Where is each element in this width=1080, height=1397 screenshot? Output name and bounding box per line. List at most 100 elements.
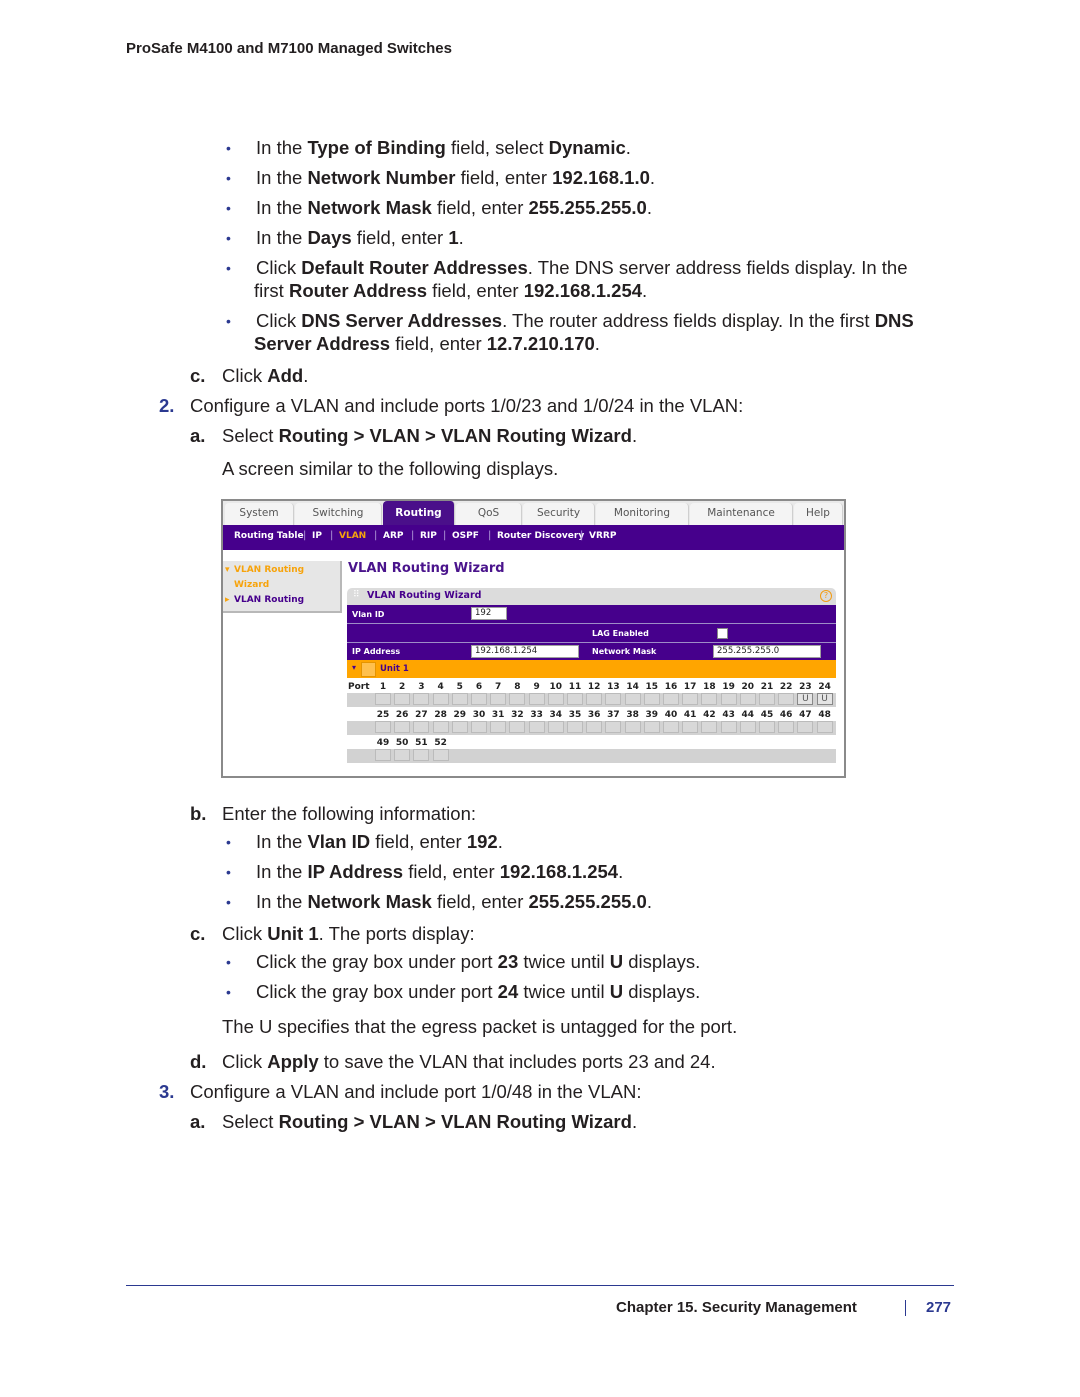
port-14-membership-box[interactable] bbox=[624, 693, 641, 705]
port-26-membership-box[interactable] bbox=[394, 721, 411, 733]
vlan-id-label: Vlan ID bbox=[352, 610, 385, 619]
port-32-membership-box[interactable] bbox=[509, 721, 526, 733]
port-7-membership-box[interactable] bbox=[490, 693, 507, 705]
port-41-membership-box[interactable] bbox=[682, 721, 699, 733]
port-25-membership-box[interactable] bbox=[375, 721, 391, 733]
subnav-separator: | bbox=[330, 530, 334, 541]
leftnav-item-vlan-routing-wizard[interactable]: VLAN Routing bbox=[234, 565, 304, 575]
port-34-membership-box[interactable] bbox=[547, 721, 564, 733]
port-31-membership-box[interactable] bbox=[490, 721, 507, 733]
port-4-membership-box[interactable] bbox=[432, 693, 449, 705]
port-10-membership-box[interactable] bbox=[547, 693, 564, 705]
port-28-membership-box[interactable] bbox=[432, 721, 449, 733]
vlan-id-input[interactable]: 192 bbox=[471, 607, 507, 620]
port-35-membership-box[interactable] bbox=[567, 721, 583, 733]
unit-select-box[interactable] bbox=[361, 662, 376, 677]
port-3-membership-box[interactable] bbox=[413, 693, 430, 705]
port-42-membership-box[interactable] bbox=[701, 721, 718, 733]
port-38-membership-box[interactable] bbox=[624, 721, 641, 733]
unit-label[interactable]: Unit 1 bbox=[380, 664, 409, 674]
tab-system[interactable]: System bbox=[225, 503, 294, 525]
port-number: 23 bbox=[799, 682, 812, 692]
ip-address-input[interactable]: 192.168.1.254 bbox=[471, 645, 579, 658]
port-8-membership-box[interactable] bbox=[509, 693, 526, 705]
port-44-membership-box[interactable] bbox=[739, 721, 756, 733]
port-13-membership-box[interactable] bbox=[605, 693, 622, 705]
help-icon[interactable]: ? bbox=[820, 590, 832, 602]
tab-switching[interactable]: Switching bbox=[295, 503, 382, 525]
vlan-id-row: Vlan ID 192 bbox=[347, 605, 836, 624]
subnav-ip[interactable]: IP bbox=[312, 531, 322, 541]
port-20-membership-box[interactable] bbox=[739, 693, 756, 705]
unit-bar[interactable]: ▾ Unit 1 bbox=[347, 660, 836, 678]
port-23-membership-box[interactable]: U bbox=[797, 693, 814, 705]
port-19-membership-box[interactable] bbox=[720, 693, 737, 705]
lag-enabled-checkbox[interactable] bbox=[717, 628, 728, 639]
leftnav-item-vlan-routing-wizard-line2[interactable]: Wizard bbox=[234, 580, 269, 590]
step-number: 3. bbox=[159, 1081, 175, 1102]
port-39-membership-box[interactable] bbox=[643, 721, 660, 733]
subnav-ospf[interactable]: OSPF bbox=[452, 531, 479, 541]
port-45-membership-box[interactable] bbox=[759, 721, 775, 733]
tab-qos[interactable]: QoS bbox=[456, 503, 522, 525]
subnav-router-discovery[interactable]: Router Discovery bbox=[497, 531, 584, 541]
subnav-arp[interactable]: ARP bbox=[383, 531, 404, 541]
port-43-membership-box[interactable] bbox=[720, 721, 737, 733]
port-24-membership-box[interactable]: U bbox=[816, 693, 833, 705]
port-6-membership-box[interactable] bbox=[471, 693, 487, 705]
port-number: 35 bbox=[568, 710, 582, 720]
port-50-membership-box[interactable] bbox=[394, 749, 411, 761]
port-33-membership-box[interactable] bbox=[528, 721, 545, 733]
port-16-membership-box[interactable] bbox=[663, 693, 679, 705]
port-46-membership-box[interactable] bbox=[778, 721, 795, 733]
port-number: 45 bbox=[760, 710, 774, 720]
port-17-membership-box[interactable] bbox=[682, 693, 699, 705]
port-number: 13 bbox=[607, 682, 620, 692]
port-22-membership-box[interactable] bbox=[778, 693, 795, 705]
bullet-icon: • bbox=[226, 894, 231, 910]
port-9-membership-box[interactable] bbox=[528, 693, 545, 705]
leftnav-item-vlan-routing[interactable]: VLAN Routing bbox=[234, 595, 304, 605]
port-number: 8 bbox=[514, 682, 521, 692]
port-1-membership-box[interactable] bbox=[375, 693, 391, 705]
port-21-membership-box[interactable] bbox=[759, 693, 775, 705]
port-52-membership-box[interactable] bbox=[432, 749, 449, 761]
tab-routing[interactable]: Routing bbox=[383, 501, 455, 525]
tab-help[interactable]: Help bbox=[794, 503, 843, 525]
port-2-membership-box[interactable] bbox=[394, 693, 411, 705]
port-51-membership-box[interactable] bbox=[413, 749, 430, 761]
subnav-routing-table[interactable]: Routing Table bbox=[234, 531, 304, 541]
subnav-rip[interactable]: RIP bbox=[420, 531, 437, 541]
port-number: 29 bbox=[453, 710, 467, 720]
port-number: 33 bbox=[530, 710, 543, 720]
bullet-item: In the Network Mask field, enter 255.255… bbox=[256, 891, 652, 912]
port-5-membership-box[interactable] bbox=[451, 693, 468, 705]
port-47-membership-box[interactable] bbox=[797, 721, 814, 733]
subnav-separator: | bbox=[303, 530, 307, 541]
port-15-membership-box[interactable] bbox=[643, 693, 660, 705]
port-36-membership-box[interactable] bbox=[586, 721, 603, 733]
port-11-membership-box[interactable] bbox=[567, 693, 583, 705]
port-48-membership-box[interactable] bbox=[816, 721, 833, 733]
tab-security[interactable]: Security bbox=[523, 503, 595, 525]
bullet-dns-line1: Click DNS Server Addresses. The router a… bbox=[256, 310, 914, 331]
subnav-vlan[interactable]: VLAN bbox=[339, 531, 366, 541]
step-letter: a. bbox=[190, 425, 206, 446]
vlan-routing-wizard-screenshot: System Switching Routing QoS Security Monitor… bbox=[221, 499, 846, 778]
step-letter: c. bbox=[190, 923, 206, 944]
port-29-membership-box[interactable] bbox=[451, 721, 468, 733]
port-30-membership-box[interactable] bbox=[471, 721, 487, 733]
port-number: 31 bbox=[491, 710, 505, 720]
port-37-membership-box[interactable] bbox=[605, 721, 622, 733]
port-49-membership-box[interactable] bbox=[375, 749, 391, 761]
tab-maintenance[interactable]: Maintenance bbox=[690, 503, 793, 525]
subnav-separator: | bbox=[411, 530, 415, 541]
tab-monitoring[interactable]: Monitoring bbox=[596, 503, 689, 525]
port-40-membership-box[interactable] bbox=[663, 721, 679, 733]
port-27-membership-box[interactable] bbox=[413, 721, 430, 733]
port-12-membership-box[interactable] bbox=[586, 693, 603, 705]
subnav-vrrp[interactable]: VRRP bbox=[589, 531, 616, 541]
port-18-membership-box[interactable] bbox=[701, 693, 718, 705]
network-mask-input[interactable]: 255.255.255.0 bbox=[713, 645, 821, 658]
port-number: 51 bbox=[415, 738, 428, 748]
